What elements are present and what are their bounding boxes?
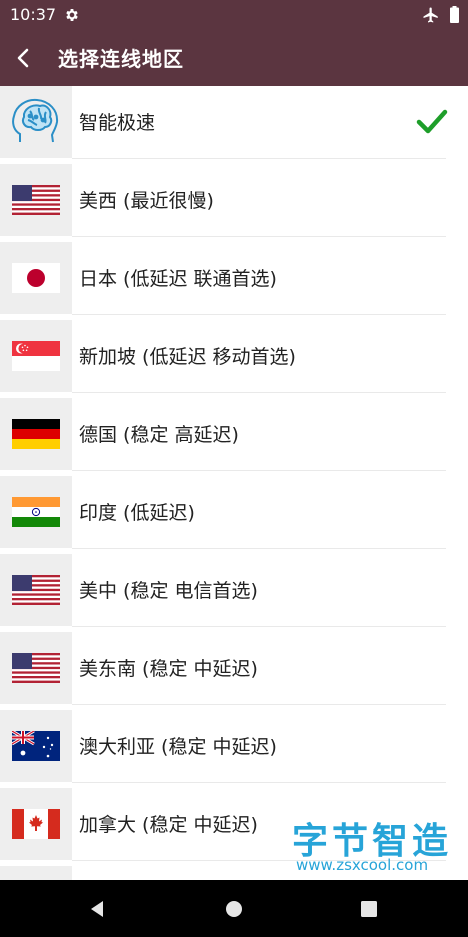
region-item-us-central[interactable]: 美中 (稳定 电信首选) xyxy=(0,554,468,632)
divider xyxy=(72,392,446,393)
region-label: 澳大利亚 (稳定 中延迟) xyxy=(79,736,277,758)
region-item-japan[interactable]: 日本 (低延迟 联通首选) xyxy=(0,242,468,320)
region-item-us-west[interactable]: 美西 (最近很慢) xyxy=(0,164,468,242)
divider xyxy=(72,470,446,471)
divider xyxy=(72,158,446,159)
region-label: 德国 (稳定 高延迟) xyxy=(79,424,239,446)
divider xyxy=(72,704,446,705)
nav-recents-icon[interactable] xyxy=(358,898,380,920)
flag-japan-icon xyxy=(12,263,60,293)
region-label: 智能极速 xyxy=(79,112,156,134)
region-icon-box xyxy=(0,476,72,548)
watermark-url: www.zsxcool.com xyxy=(296,856,429,874)
nav-home-icon[interactable] xyxy=(223,898,245,920)
region-label: 日本 (低延迟 联通首选) xyxy=(79,268,277,290)
divider xyxy=(72,782,446,783)
page-title: 选择连线地区 xyxy=(58,47,184,71)
brain-icon xyxy=(12,98,59,143)
region-icon-box xyxy=(0,554,72,626)
region-list: 智能极速 美西 (最近很慢) 日本 (低延迟 联通首选) 新加坡 (低延迟 移动… xyxy=(0,86,468,880)
flag-canada-icon xyxy=(12,809,60,839)
region-icon-box xyxy=(0,398,72,470)
region-icon-box xyxy=(0,788,72,860)
region-label: 美中 (稳定 电信首选) xyxy=(79,580,258,602)
region-item-us-southeast[interactable]: 美东南 (稳定 中延迟) xyxy=(0,632,468,710)
region-icon-box xyxy=(0,242,72,314)
flag-germany-icon xyxy=(12,419,60,449)
region-item-india[interactable]: 印度 (低延迟) xyxy=(0,476,468,554)
battery-icon xyxy=(450,6,459,23)
divider xyxy=(72,548,446,549)
region-label: 印度 (低延迟) xyxy=(79,502,195,524)
flag-us-icon xyxy=(12,575,60,605)
region-icon-box xyxy=(0,164,72,236)
region-icon-box xyxy=(0,320,72,392)
flag-india-icon xyxy=(12,497,60,527)
flag-australia-icon xyxy=(12,731,60,761)
divider xyxy=(72,236,446,237)
airplane-mode-icon xyxy=(423,7,438,23)
gear-icon xyxy=(66,9,78,21)
region-label: 新加坡 (低延迟 移动首选) xyxy=(79,346,296,368)
region-label: 美西 (最近很慢) xyxy=(79,190,214,212)
status-time: 10:37 xyxy=(10,5,57,24)
navigation-bar xyxy=(0,880,468,937)
flag-us-icon xyxy=(12,653,60,683)
checkmark-icon xyxy=(416,109,448,134)
region-icon-box xyxy=(0,632,72,704)
back-arrow-icon[interactable] xyxy=(10,44,38,72)
region-label: 美东南 (稳定 中延迟) xyxy=(79,658,258,680)
divider xyxy=(72,314,446,315)
region-icon-box xyxy=(0,866,72,880)
region-icon-box xyxy=(0,86,72,158)
status-bar: 10:37 xyxy=(0,0,468,30)
flag-us-icon xyxy=(12,185,60,215)
region-item-germany[interactable]: 德国 (稳定 高延迟) xyxy=(0,398,468,476)
region-item-smart[interactable]: 智能极速 xyxy=(0,86,468,164)
region-icon-box xyxy=(0,710,72,782)
region-item-australia[interactable]: 澳大利亚 (稳定 中延迟) xyxy=(0,710,468,788)
region-item-singapore[interactable]: 新加坡 (低延迟 移动首选) xyxy=(0,320,468,398)
app-bar: 选择连线地区 xyxy=(0,30,468,86)
divider xyxy=(72,626,446,627)
watermark: 字节智造 www.zsxcool.com xyxy=(292,812,468,878)
region-label: 加拿大 (稳定 中延迟) xyxy=(79,814,258,836)
flag-singapore-icon xyxy=(12,341,60,371)
nav-back-icon[interactable] xyxy=(86,898,108,920)
